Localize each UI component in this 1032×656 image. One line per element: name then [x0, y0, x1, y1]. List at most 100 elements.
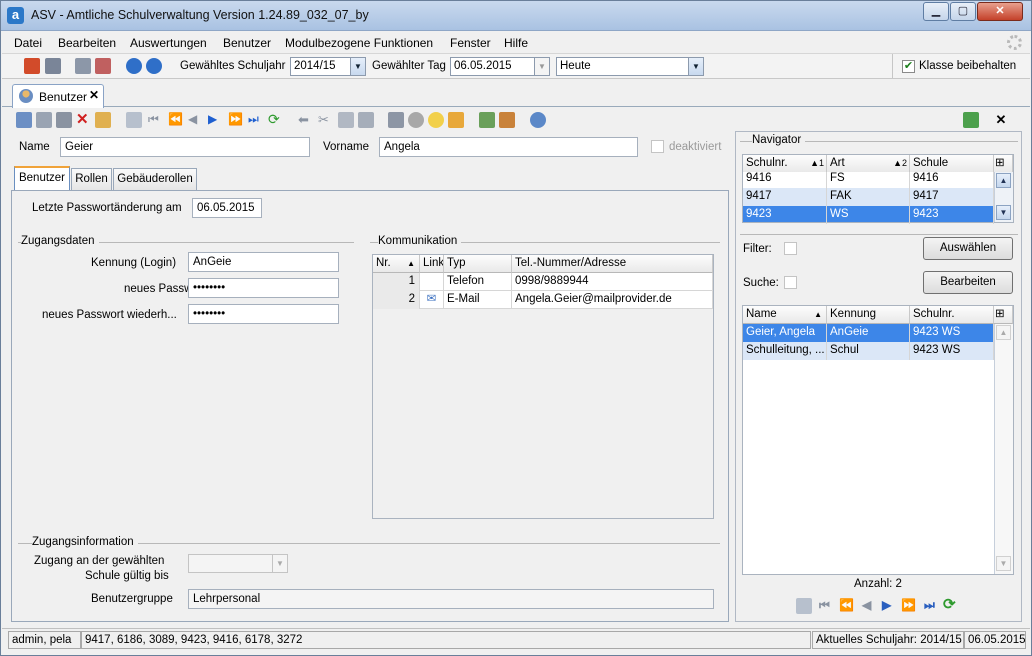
passwort-field[interactable]: ••••••••: [188, 278, 339, 298]
fast-back-icon[interactable]: ⏪: [839, 598, 854, 612]
table-row[interactable]: 9417 FAK 9417: [743, 188, 994, 206]
table-row[interactable]: 2 ✉ E-Mail Angela.Geier@mailprovider.de: [373, 291, 713, 309]
auswaehlen-button[interactable]: Auswählen: [923, 237, 1013, 260]
paste-icon[interactable]: [358, 112, 374, 128]
help-circle-icon[interactable]: [530, 112, 546, 128]
close-panel-icon[interactable]: ✕: [993, 112, 1009, 128]
table-row[interactable]: 9416 FS 9416: [743, 172, 994, 188]
menu-bearbeiten[interactable]: Bearbeiten: [58, 36, 116, 50]
benutzergruppe-field[interactable]: Lehrpersonal: [188, 589, 714, 609]
column-header-schulnr[interactable]: Schulnr.: [910, 306, 994, 324]
column-header-typ[interactable]: Typ: [444, 255, 512, 273]
next-icon[interactable]: ▶: [208, 112, 224, 128]
schulen-scrollbar[interactable]: ▲ ▼: [994, 172, 1013, 222]
schuljahr-select[interactable]: 2014/15 ▼: [290, 57, 366, 76]
save-icon[interactable]: [36, 112, 52, 128]
column-header-kennung[interactable]: Kennung: [827, 306, 910, 324]
user-group-icon[interactable]: [499, 112, 515, 128]
previous-icon[interactable]: ◀: [188, 112, 204, 128]
book-icon[interactable]: [24, 58, 40, 74]
mail-icon[interactable]: ✉: [420, 291, 444, 309]
fast-forward-icon[interactable]: ⏩: [901, 598, 916, 612]
filter-checkbox[interactable]: [784, 242, 797, 255]
maximize-button[interactable]: ▢: [950, 2, 976, 21]
edit-icon[interactable]: [95, 112, 111, 128]
last-record-icon[interactable]: ⏭: [924, 598, 935, 613]
tab-benutzer-details[interactable]: Benutzer: [14, 166, 70, 191]
info-icon[interactable]: [126, 58, 142, 74]
first-record-icon[interactable]: ⏮: [819, 598, 830, 613]
result-scrollbar[interactable]: ▲ ▼: [994, 324, 1013, 574]
broom-icon[interactable]: [448, 112, 464, 128]
copy-record-icon[interactable]: [338, 112, 354, 128]
previous-icon[interactable]: ◀: [862, 598, 871, 612]
suche-checkbox[interactable]: [784, 276, 797, 289]
refresh-icon[interactable]: ⟳: [943, 595, 956, 613]
cut-icon[interactable]: ✂: [318, 112, 334, 128]
printer-icon[interactable]: [388, 112, 404, 128]
menu-fenster[interactable]: Fenster: [450, 36, 491, 50]
disc-icon[interactable]: [408, 112, 424, 128]
fast-forward-icon[interactable]: ⏩: [228, 112, 244, 128]
deaktiviert-checkbox[interactable]: [651, 140, 664, 153]
table-row[interactable]: 1 Telefon 0998/9889944: [373, 273, 713, 291]
klasse-beibehalten-checkbox[interactable]: ✔: [902, 60, 915, 73]
delete-icon[interactable]: ✕: [76, 112, 92, 128]
scroll-down-icon[interactable]: ▼: [996, 205, 1011, 220]
column-header-link[interactable]: Link: [420, 255, 444, 273]
table-row[interactable]: 9423 WS 9423: [743, 206, 994, 224]
menu-auswertungen[interactable]: Auswertungen: [130, 36, 207, 50]
help-icon[interactable]: [146, 58, 162, 74]
vorname-field[interactable]: Angela: [379, 137, 638, 157]
arrow-left-icon[interactable]: ⬅: [298, 112, 314, 128]
passwort-wiederholen-field[interactable]: ••••••••: [188, 304, 339, 324]
first-record-icon[interactable]: ⏮: [148, 112, 164, 128]
tab-benutzer[interactable]: Benutzer ✕: [12, 84, 104, 108]
minimize-button[interactable]: ▁: [923, 2, 949, 21]
copy-icon[interactable]: [75, 58, 91, 74]
undo-icon[interactable]: [56, 112, 72, 128]
fast-back-icon[interactable]: ⏪: [168, 112, 184, 128]
table-row[interactable]: Schulleitung, ... Schul 9423 WS: [743, 342, 994, 360]
scroll-down-icon[interactable]: ▼: [996, 556, 1011, 571]
print-icon[interactable]: [45, 58, 61, 74]
menu-modulbezogene-funktionen[interactable]: Modulbezogene Funktionen: [285, 36, 433, 50]
tab-gebaeuderollen[interactable]: Gebäuderollen: [113, 168, 197, 190]
bearbeiten-button[interactable]: Bearbeiten: [923, 271, 1013, 294]
sync-icon[interactable]: [963, 112, 979, 128]
column-header-art[interactable]: Art ▲2: [827, 155, 910, 173]
column-header-schule[interactable]: Schule: [910, 155, 994, 173]
scroll-up-icon[interactable]: ▲: [996, 173, 1011, 188]
column-chooser-icon[interactable]: ⊞: [994, 155, 1013, 173]
name-field[interactable]: Geier: [60, 137, 310, 157]
next-icon[interactable]: ▶: [882, 598, 891, 612]
tag-date-field[interactable]: 06.05.2015 ▼: [450, 57, 550, 76]
close-window-button[interactable]: ✕: [977, 2, 1023, 21]
column-header-adresse[interactable]: Tel.-Nummer/Adresse: [512, 255, 713, 273]
chevron-down-icon[interactable]: ▼: [272, 555, 287, 572]
list-icon[interactable]: [126, 112, 142, 128]
lightbulb-icon[interactable]: [428, 112, 444, 128]
chevron-down-icon[interactable]: ▼: [688, 58, 703, 75]
last-record-icon[interactable]: ⏭: [248, 112, 264, 128]
zugang-gueltig-bis-field[interactable]: ▼: [188, 554, 288, 573]
refresh-icon[interactable]: ⟳: [268, 112, 284, 128]
heute-select[interactable]: Heute ▼: [556, 57, 704, 76]
column-chooser-icon[interactable]: ⊞: [994, 306, 1013, 324]
menu-hilfe[interactable]: Hilfe: [504, 36, 528, 50]
chevron-down-icon[interactable]: ▼: [534, 58, 549, 75]
scroll-up-icon[interactable]: ▲: [996, 325, 1011, 340]
tab-rollen[interactable]: Rollen: [71, 168, 112, 190]
column-header-name[interactable]: Name ▲: [743, 306, 827, 324]
new-record-icon[interactable]: [16, 112, 32, 128]
close-tab-icon[interactable]: ✕: [89, 88, 99, 102]
kennung-field[interactable]: AnGeie: [188, 252, 339, 272]
menu-datei[interactable]: Datei: [14, 36, 42, 50]
menu-benutzer[interactable]: Benutzer: [223, 36, 271, 50]
column-header-nr[interactable]: Nr. ▲: [373, 255, 420, 273]
chevron-down-icon[interactable]: ▼: [350, 58, 365, 75]
column-header-schulnr[interactable]: Schulnr. ▲1: [743, 155, 827, 173]
users-icon[interactable]: [479, 112, 495, 128]
list-icon[interactable]: [796, 598, 812, 614]
window-icon[interactable]: [95, 58, 111, 74]
